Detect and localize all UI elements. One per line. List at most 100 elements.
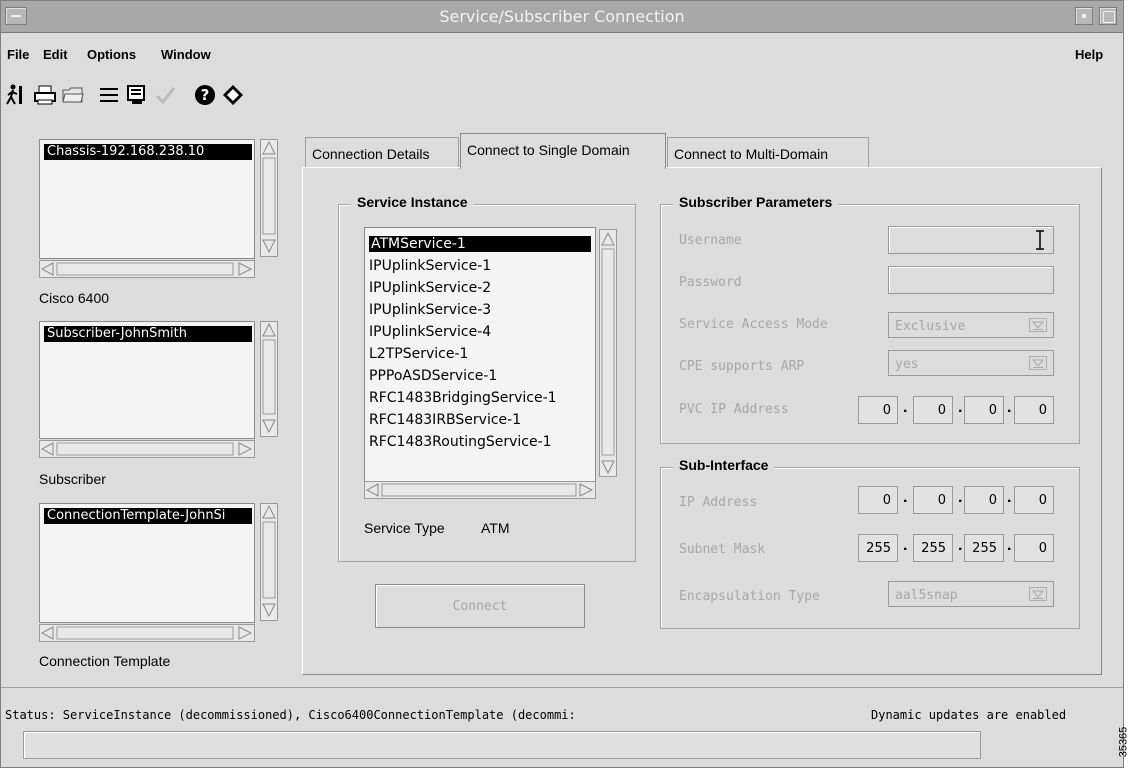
menu-window[interactable]: Window xyxy=(161,47,211,62)
ip-octet-1[interactable]: 0 xyxy=(858,486,898,514)
access-mode-value: Exclusive xyxy=(895,319,966,334)
access-mode-label: Service Access Mode xyxy=(679,317,828,332)
ip-address-label: IP Address xyxy=(679,495,758,510)
open-folder-icon[interactable] xyxy=(61,83,85,107)
window-icon[interactable] xyxy=(125,83,149,107)
username-field[interactable] xyxy=(888,226,1054,254)
pvc-ip-octet-3[interactable]: 0 xyxy=(964,396,1004,424)
pvc-ip-octet-2[interactable]: 0 xyxy=(913,396,953,424)
ip-octet-4[interactable]: 0 xyxy=(1014,486,1054,514)
status-bar xyxy=(23,731,981,759)
list-item[interactable]: IPUplinkService-3 xyxy=(369,302,491,318)
figure-number: 35365 xyxy=(1117,718,1140,768)
menu-edit[interactable]: Edit xyxy=(43,47,68,62)
subscriber-label: Subscriber xyxy=(39,471,106,487)
mask-octet-2[interactable]: 255 xyxy=(913,534,953,562)
status-text: Status: ServiceInstance (decommissioned)… xyxy=(5,708,576,722)
template-list[interactable]: ConnectionTemplate-JohnSi xyxy=(39,503,278,623)
exit-icon[interactable] xyxy=(3,83,27,107)
pvc-ip-octet-4[interactable]: 0 xyxy=(1014,396,1054,424)
dropdown-icon xyxy=(1029,318,1047,332)
list-item[interactable]: PPPoASDService-1 xyxy=(369,368,497,384)
list-icon[interactable] xyxy=(97,83,121,107)
template-hscroll[interactable] xyxy=(39,624,255,642)
password-field[interactable] xyxy=(888,266,1054,294)
chassis-label: Cisco 6400 xyxy=(39,290,110,306)
pvc-ip-label: PVC IP Address xyxy=(679,402,789,417)
service-type-label: Service Type xyxy=(364,520,445,536)
check-icon[interactable] xyxy=(153,83,177,107)
ip-dot: . xyxy=(958,399,963,416)
figure-number-text: 35365 xyxy=(1117,726,1130,758)
password-label: Password xyxy=(679,275,742,290)
list-item[interactable]: RFC1483BridgingService-1 xyxy=(369,390,557,406)
dropdown-icon xyxy=(1029,356,1047,370)
toolbar: ? xyxy=(1,81,401,109)
service-instance-title: Service Instance xyxy=(351,194,474,210)
subscriber-item[interactable]: Subscriber-JohnSmith xyxy=(44,326,252,342)
cpe-arp-value: yes xyxy=(895,357,919,372)
service-list-vscroll[interactable] xyxy=(599,229,617,480)
subscriber-params-title: Subscriber Parameters xyxy=(673,194,839,210)
list-item[interactable]: IPUplinkService-4 xyxy=(369,324,491,340)
diamond-icon[interactable] xyxy=(221,83,245,107)
tab-connect-single-domain[interactable]: Connect to Single Domain xyxy=(460,133,666,169)
status-separator xyxy=(1,687,1123,688)
mask-octet-4[interactable]: 0 xyxy=(1014,534,1054,562)
pvc-ip-octet-1[interactable]: 0 xyxy=(858,396,898,424)
window-title: Service/Subscriber Connection xyxy=(439,7,685,26)
ip-dot: . xyxy=(903,537,908,554)
ip-dot: . xyxy=(903,489,908,506)
ip-dot: . xyxy=(958,537,963,554)
service-list-hscroll[interactable] xyxy=(364,481,596,502)
menu-help[interactable]: Help xyxy=(1075,47,1103,62)
text-cursor-icon xyxy=(1036,230,1044,250)
help-icon[interactable]: ? xyxy=(193,83,217,107)
list-item[interactable]: RFC1483IRBService-1 xyxy=(369,412,521,428)
minimize-button[interactable] xyxy=(1075,7,1093,25)
mask-octet-1[interactable]: 255 xyxy=(858,534,898,562)
template-label: Connection Template xyxy=(39,653,171,669)
chassis-vscroll[interactable] xyxy=(260,139,278,257)
mask-octet-3[interactable]: 255 xyxy=(964,534,1004,562)
list-item[interactable]: IPUplinkService-2 xyxy=(369,280,491,296)
print-icon[interactable] xyxy=(33,83,57,107)
subscriber-hscroll[interactable] xyxy=(39,440,255,458)
service-instance-list[interactable]: ATMService-1 IPUplinkService-1 IPUplinkS… xyxy=(364,227,596,499)
list-item[interactable]: IPUplinkService-1 xyxy=(369,258,491,274)
dropdown-icon xyxy=(1029,587,1047,601)
ip-octet-2[interactable]: 0 xyxy=(913,486,953,514)
list-item[interactable]: ATMService-1 xyxy=(369,236,591,252)
ip-dot: . xyxy=(1007,489,1012,506)
ip-octet-3[interactable]: 0 xyxy=(964,486,1004,514)
chassis-hscroll[interactable] xyxy=(39,260,255,278)
tab-connection-details[interactable]: Connection Details xyxy=(305,137,459,167)
access-mode-select[interactable]: Exclusive xyxy=(888,312,1054,338)
chassis-list[interactable]: Chassis-192.168.238.10 xyxy=(39,139,278,259)
tab-connect-multi-domain[interactable]: Connect to Multi-Domain xyxy=(667,137,869,167)
subscriber-vscroll[interactable] xyxy=(260,321,278,437)
cpe-arp-label: CPE supports ARP xyxy=(679,359,805,374)
menu-options[interactable]: Options xyxy=(87,47,136,62)
ip-dot: . xyxy=(958,489,963,506)
title-bar[interactable]: Service/Subscriber Connection xyxy=(1,1,1123,33)
main-window: Service/Subscriber Connection File Edit … xyxy=(0,0,1124,768)
cpe-arp-select[interactable]: yes xyxy=(888,350,1054,376)
template-item[interactable]: ConnectionTemplate-JohnSi xyxy=(44,508,252,524)
service-type-value: ATM xyxy=(481,520,510,536)
ip-dot: . xyxy=(1007,537,1012,554)
encapsulation-label: Encapsulation Type xyxy=(679,589,820,604)
subscriber-list[interactable]: Subscriber-JohnSmith xyxy=(39,321,278,439)
encapsulation-select[interactable]: aal5snap xyxy=(888,581,1054,607)
list-item[interactable]: L2TPService-1 xyxy=(369,346,468,362)
connect-button[interactable]: Connect xyxy=(375,584,585,628)
menu-file[interactable]: File xyxy=(7,47,29,62)
list-item[interactable]: RFC1483RoutingService-1 xyxy=(369,434,552,450)
template-vscroll[interactable] xyxy=(260,503,278,621)
connect-button-label: Connect xyxy=(452,598,508,614)
ip-dot: . xyxy=(1007,399,1012,416)
dynamic-updates-text: Dynamic updates are enabled xyxy=(871,708,1067,722)
maximize-button[interactable] xyxy=(1099,7,1117,25)
menu-bar: File Edit Options Window Help xyxy=(1,41,1123,63)
chassis-item[interactable]: Chassis-192.168.238.10 xyxy=(44,144,252,160)
